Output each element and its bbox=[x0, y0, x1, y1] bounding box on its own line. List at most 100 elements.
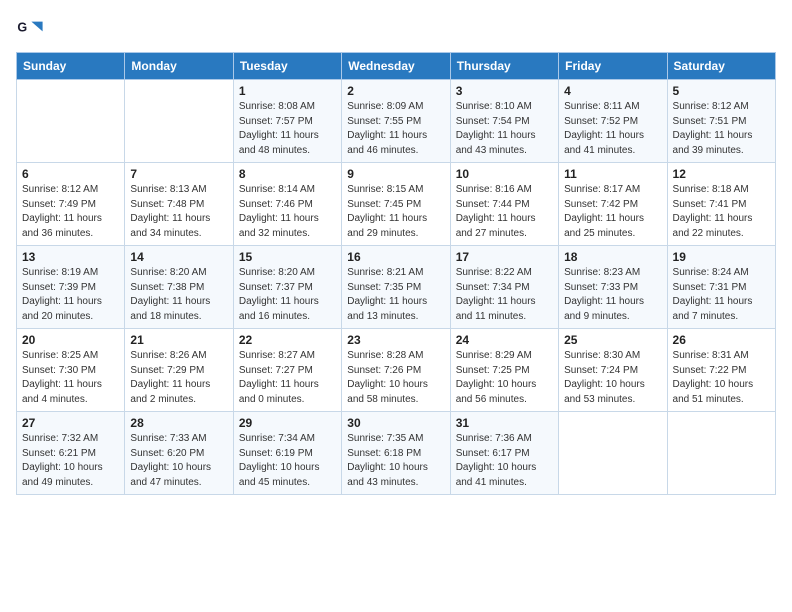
calendar-cell: 27 Sunrise: 7:32 AM Sunset: 6:21 PM Dayli… bbox=[17, 412, 125, 495]
calendar-cell bbox=[667, 412, 775, 495]
weekday-header-row: SundayMondayTuesdayWednesdayThursdayFrid… bbox=[17, 53, 776, 80]
logo-icon: G bbox=[16, 16, 44, 44]
day-info: Sunrise: 8:11 AM Sunset: 7:52 PM Dayligh… bbox=[564, 100, 661, 158]
weekday-header-sunday: Sunday bbox=[17, 53, 125, 80]
day-number: 4 bbox=[564, 84, 661, 98]
day-number: 24 bbox=[456, 333, 553, 347]
day-number: 8 bbox=[239, 167, 336, 181]
calendar-cell: 1 Sunrise: 8:08 AM Sunset: 7:57 PM Daylig… bbox=[233, 80, 341, 163]
calendar-cell: 26 Sunrise: 8:31 AM Sunset: 7:22 PM Dayli… bbox=[667, 329, 775, 412]
day-number: 23 bbox=[347, 333, 444, 347]
day-number: 6 bbox=[22, 167, 119, 181]
day-info: Sunrise: 8:20 AM Sunset: 7:38 PM Dayligh… bbox=[130, 266, 227, 324]
day-number: 28 bbox=[130, 416, 227, 430]
day-info: Sunrise: 8:20 AM Sunset: 7:37 PM Dayligh… bbox=[239, 266, 336, 324]
day-number: 9 bbox=[347, 167, 444, 181]
day-info: Sunrise: 8:10 AM Sunset: 7:54 PM Dayligh… bbox=[456, 100, 553, 158]
calendar-week-row: 27 Sunrise: 7:32 AM Sunset: 6:21 PM Dayli… bbox=[17, 412, 776, 495]
day-number: 20 bbox=[22, 333, 119, 347]
day-number: 2 bbox=[347, 84, 444, 98]
calendar-cell: 31 Sunrise: 7:36 AM Sunset: 6:17 PM Dayli… bbox=[450, 412, 558, 495]
day-number: 1 bbox=[239, 84, 336, 98]
day-info: Sunrise: 7:34 AM Sunset: 6:19 PM Dayligh… bbox=[239, 432, 336, 490]
calendar-table: SundayMondayTuesdayWednesdayThursdayFrid… bbox=[16, 52, 776, 495]
calendar-cell: 23 Sunrise: 8:28 AM Sunset: 7:26 PM Dayli… bbox=[342, 329, 450, 412]
day-number: 22 bbox=[239, 333, 336, 347]
day-info: Sunrise: 8:12 AM Sunset: 7:51 PM Dayligh… bbox=[673, 100, 770, 158]
weekday-header-monday: Monday bbox=[125, 53, 233, 80]
day-number: 21 bbox=[130, 333, 227, 347]
calendar-week-row: 1 Sunrise: 8:08 AM Sunset: 7:57 PM Daylig… bbox=[17, 80, 776, 163]
day-number: 18 bbox=[564, 250, 661, 264]
calendar-week-row: 6 Sunrise: 8:12 AM Sunset: 7:49 PM Daylig… bbox=[17, 163, 776, 246]
day-number: 10 bbox=[456, 167, 553, 181]
calendar-cell: 10Sunrise: 8:16 AM Sunset: 7:44 PM Dayli… bbox=[450, 163, 558, 246]
day-number: 15 bbox=[239, 250, 336, 264]
day-info: Sunrise: 8:21 AM Sunset: 7:35 PM Dayligh… bbox=[347, 266, 444, 324]
day-info: Sunrise: 8:28 AM Sunset: 7:26 PM Dayligh… bbox=[347, 349, 444, 407]
day-info: Sunrise: 7:35 AM Sunset: 6:18 PM Dayligh… bbox=[347, 432, 444, 490]
day-info: Sunrise: 8:23 AM Sunset: 7:33 PM Dayligh… bbox=[564, 266, 661, 324]
day-number: 29 bbox=[239, 416, 336, 430]
day-number: 7 bbox=[130, 167, 227, 181]
day-number: 14 bbox=[130, 250, 227, 264]
calendar-week-row: 13 Sunrise: 8:19 AM Sunset: 7:39 PM Dayli… bbox=[17, 246, 776, 329]
calendar-cell: 28 Sunrise: 7:33 AM Sunset: 6:20 PM Dayli… bbox=[125, 412, 233, 495]
day-number: 11 bbox=[564, 167, 661, 181]
day-info: Sunrise: 8:18 AM Sunset: 7:41 PM Dayligh… bbox=[673, 183, 770, 241]
day-info: Sunrise: 8:17 AM Sunset: 7:42 PM Dayligh… bbox=[564, 183, 661, 241]
day-info: Sunrise: 7:33 AM Sunset: 6:20 PM Dayligh… bbox=[130, 432, 227, 490]
calendar-cell: 21 Sunrise: 8:26 AM Sunset: 7:29 PM Dayli… bbox=[125, 329, 233, 412]
day-info: Sunrise: 8:29 AM Sunset: 7:25 PM Dayligh… bbox=[456, 349, 553, 407]
calendar-cell: 12Sunrise: 8:18 AM Sunset: 7:41 PM Dayli… bbox=[667, 163, 775, 246]
svg-text:G: G bbox=[17, 20, 27, 34]
day-info: Sunrise: 8:14 AM Sunset: 7:46 PM Dayligh… bbox=[239, 183, 336, 241]
calendar-cell: 13 Sunrise: 8:19 AM Sunset: 7:39 PM Dayli… bbox=[17, 246, 125, 329]
day-number: 17 bbox=[456, 250, 553, 264]
day-number: 13 bbox=[22, 250, 119, 264]
calendar-cell: 15 Sunrise: 8:20 AM Sunset: 7:37 PM Dayli… bbox=[233, 246, 341, 329]
day-info: Sunrise: 8:13 AM Sunset: 7:48 PM Dayligh… bbox=[130, 183, 227, 241]
day-info: Sunrise: 8:30 AM Sunset: 7:24 PM Dayligh… bbox=[564, 349, 661, 407]
day-info: Sunrise: 7:36 AM Sunset: 6:17 PM Dayligh… bbox=[456, 432, 553, 490]
calendar-cell: 22Sunrise: 8:27 AM Sunset: 7:27 PM Dayli… bbox=[233, 329, 341, 412]
calendar-cell: 19Sunrise: 8:24 AM Sunset: 7:31 PM Dayli… bbox=[667, 246, 775, 329]
day-info: Sunrise: 8:26 AM Sunset: 7:29 PM Dayligh… bbox=[130, 349, 227, 407]
weekday-header-wednesday: Wednesday bbox=[342, 53, 450, 80]
day-number: 27 bbox=[22, 416, 119, 430]
day-info: Sunrise: 7:32 AM Sunset: 6:21 PM Dayligh… bbox=[22, 432, 119, 490]
day-info: Sunrise: 8:19 AM Sunset: 7:39 PM Dayligh… bbox=[22, 266, 119, 324]
calendar-cell: 6 Sunrise: 8:12 AM Sunset: 7:49 PM Daylig… bbox=[17, 163, 125, 246]
calendar-cell: 25Sunrise: 8:30 AM Sunset: 7:24 PM Dayli… bbox=[559, 329, 667, 412]
calendar-cell: 5Sunrise: 8:12 AM Sunset: 7:51 PM Daylig… bbox=[667, 80, 775, 163]
calendar-cell bbox=[559, 412, 667, 495]
calendar-cell: 11 Sunrise: 8:17 AM Sunset: 7:42 PM Dayli… bbox=[559, 163, 667, 246]
calendar-cell bbox=[17, 80, 125, 163]
day-info: Sunrise: 8:08 AM Sunset: 7:57 PM Dayligh… bbox=[239, 100, 336, 158]
calendar-cell: 8 Sunrise: 8:14 AM Sunset: 7:46 PM Daylig… bbox=[233, 163, 341, 246]
calendar-cell: 14 Sunrise: 8:20 AM Sunset: 7:38 PM Dayli… bbox=[125, 246, 233, 329]
calendar-cell: 29 Sunrise: 7:34 AM Sunset: 6:19 PM Dayli… bbox=[233, 412, 341, 495]
calendar-cell: 2 Sunrise: 8:09 AM Sunset: 7:55 PM Daylig… bbox=[342, 80, 450, 163]
day-info: Sunrise: 8:31 AM Sunset: 7:22 PM Dayligh… bbox=[673, 349, 770, 407]
day-info: Sunrise: 8:12 AM Sunset: 7:49 PM Dayligh… bbox=[22, 183, 119, 241]
calendar-week-row: 20Sunrise: 8:25 AM Sunset: 7:30 PM Dayli… bbox=[17, 329, 776, 412]
day-info: Sunrise: 8:24 AM Sunset: 7:31 PM Dayligh… bbox=[673, 266, 770, 324]
logo: G bbox=[16, 16, 48, 44]
day-info: Sunrise: 8:15 AM Sunset: 7:45 PM Dayligh… bbox=[347, 183, 444, 241]
day-number: 26 bbox=[673, 333, 770, 347]
calendar-cell: 30 Sunrise: 7:35 AM Sunset: 6:18 PM Dayli… bbox=[342, 412, 450, 495]
day-number: 31 bbox=[456, 416, 553, 430]
calendar-cell: 18 Sunrise: 8:23 AM Sunset: 7:33 PM Dayli… bbox=[559, 246, 667, 329]
weekday-header-thursday: Thursday bbox=[450, 53, 558, 80]
day-number: 30 bbox=[347, 416, 444, 430]
calendar-cell: 17Sunrise: 8:22 AM Sunset: 7:34 PM Dayli… bbox=[450, 246, 558, 329]
weekday-header-tuesday: Tuesday bbox=[233, 53, 341, 80]
calendar-cell: 7 Sunrise: 8:13 AM Sunset: 7:48 PM Daylig… bbox=[125, 163, 233, 246]
calendar-cell bbox=[125, 80, 233, 163]
calendar-cell: 20Sunrise: 8:25 AM Sunset: 7:30 PM Dayli… bbox=[17, 329, 125, 412]
calendar-cell: 24 Sunrise: 8:29 AM Sunset: 7:25 PM Dayli… bbox=[450, 329, 558, 412]
calendar-cell: 4 Sunrise: 8:11 AM Sunset: 7:52 PM Daylig… bbox=[559, 80, 667, 163]
day-info: Sunrise: 8:09 AM Sunset: 7:55 PM Dayligh… bbox=[347, 100, 444, 158]
day-number: 16 bbox=[347, 250, 444, 264]
